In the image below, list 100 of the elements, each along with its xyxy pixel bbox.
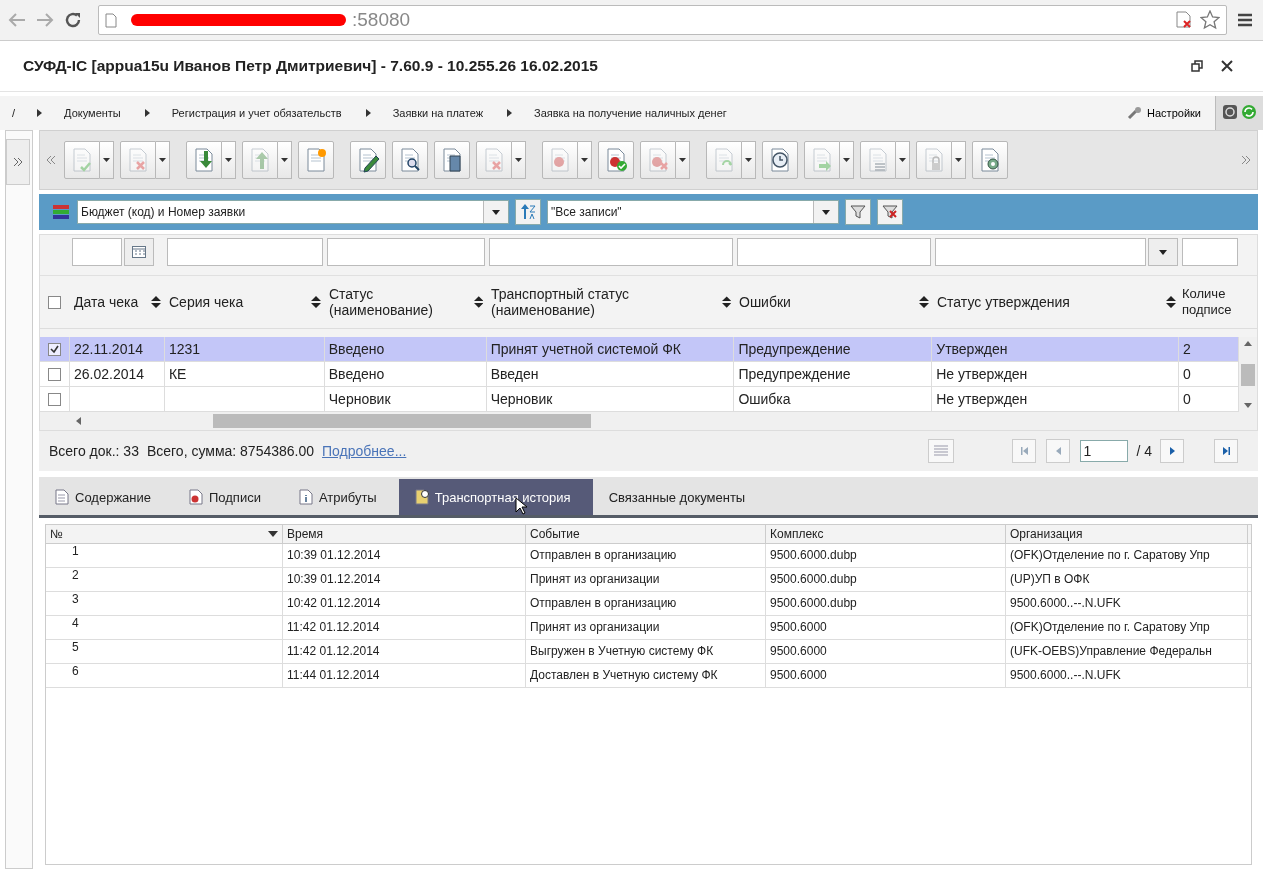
row-checkbox[interactable] <box>48 342 61 356</box>
tab[interactable]: Связанные документы <box>592 479 768 515</box>
sort-icon[interactable] <box>311 296 321 308</box>
address-field[interactable]: :58080 <box>98 5 1227 35</box>
grid-row[interactable]: Черновик Черновик Ошибка Не утвержден 0 <box>40 387 1239 412</box>
column-header[interactable]: Статус (наименование) <box>329 286 474 318</box>
dropdown-button[interactable] <box>896 141 910 179</box>
details-link[interactable]: Подробнее... <box>322 443 407 459</box>
scrollbar-thumb[interactable] <box>1241 363 1255 386</box>
filter-button[interactable] <box>845 199 871 225</box>
row-checkbox[interactable] <box>48 367 61 381</box>
caret-icon[interactable] <box>268 531 278 537</box>
dropdown-button[interactable] <box>1148 238 1178 266</box>
select-all-checkbox[interactable] <box>48 295 61 309</box>
menu-icon[interactable] <box>1237 13 1253 27</box>
column-filter-field[interactable] <box>72 238 122 266</box>
table-cell: Принят учетной системой ФК <box>490 341 681 357</box>
document-sum: Всего, сумма: 8754386.00 <box>146 443 315 459</box>
dropdown-button[interactable] <box>156 141 170 179</box>
sort-field-select[interactable]: Бюджет (код) и Номер заявки <box>77 200 509 224</box>
breadcrumb-link[interactable]: Регистрация и учет обязательств <box>171 107 342 119</box>
chevron-icon <box>37 109 43 117</box>
sort-button[interactable] <box>515 199 541 225</box>
grid-row[interactable]: 22.11.2014 1231 Введено Принят учетной системой ФК Предупреждение Утвержден 2 <box>40 337 1239 362</box>
config-tool-button[interactable] <box>972 141 1008 179</box>
tab[interactable]: Содержание <box>39 479 173 515</box>
blocked-icon[interactable] <box>1174 10 1194 30</box>
column-header[interactable]: Событие <box>530 527 580 541</box>
column-header[interactable]: Организация <box>1010 527 1083 541</box>
scroll-left-icon[interactable] <box>76 417 81 425</box>
sort-icon[interactable] <box>721 296 731 308</box>
scroll-up-icon[interactable] <box>1244 341 1252 346</box>
column-header[interactable]: Дата чека <box>74 294 139 310</box>
sort-icon[interactable] <box>473 296 483 308</box>
column-header[interactable]: Комплекс <box>770 527 824 541</box>
column-header[interactable]: Статус утверждения <box>937 294 1070 310</box>
calendar-button[interactable] <box>124 238 154 266</box>
dropdown-button[interactable] <box>578 141 592 179</box>
import-tool-button[interactable] <box>186 141 222 179</box>
column-filter-field[interactable] <box>1182 238 1238 266</box>
column-filter-field[interactable] <box>489 238 733 266</box>
table-cell: Принят из организации <box>530 572 660 586</box>
column-header[interactable]: Ошибки <box>739 294 791 310</box>
history-tool-button[interactable] <box>762 141 798 179</box>
record-filter-select[interactable]: "Все записи" <box>547 200 839 224</box>
edit-tool-button[interactable] <box>350 141 386 179</box>
column-filter-field[interactable] <box>935 238 1146 266</box>
tab[interactable]: Атрибуты <box>282 479 399 515</box>
tab[interactable]: Транспортная история <box>398 479 593 515</box>
dropdown-button[interactable] <box>742 141 756 179</box>
dropdown-button[interactable] <box>278 141 292 179</box>
page-icon <box>105 12 117 28</box>
scroll-left-icon[interactable] <box>46 155 56 165</box>
stamp-ok-tool-button[interactable] <box>598 141 634 179</box>
books-icon[interactable] <box>51 202 71 222</box>
sort-icon[interactable] <box>151 296 161 308</box>
breadcrumb-link[interactable]: Документы <box>64 107 121 119</box>
row-checkbox[interactable] <box>48 392 61 406</box>
column-filter-field[interactable] <box>167 238 323 266</box>
next-page-button[interactable] <box>1160 439 1184 463</box>
copy-tool-button[interactable] <box>434 141 470 179</box>
grid-row[interactable]: 26.02.2014 КЕ Введено Введен Предупреждение Не утвержден 0 <box>40 362 1239 387</box>
sort-icon[interactable] <box>1166 296 1176 308</box>
scroll-down-icon[interactable] <box>1244 403 1252 408</box>
column-header[interactable]: Время <box>287 527 324 541</box>
dropdown-button[interactable] <box>222 141 236 179</box>
view-tool-button[interactable] <box>392 141 428 179</box>
dropdown-button[interactable] <box>676 141 690 179</box>
column-header[interactable]: № <box>50 527 63 541</box>
column-header[interactable]: Транспортный статус (наименование) <box>491 286 722 318</box>
column-filter-field[interactable] <box>327 238 485 266</box>
caret-icon <box>899 158 906 162</box>
table-cell: 11:42 01.12.2014 <box>287 620 380 634</box>
tab[interactable]: Подписи <box>173 479 283 515</box>
clear-filter-button[interactable] <box>877 199 903 225</box>
table-cell: 11:42 01.12.2014 <box>287 644 380 658</box>
breadcrumb-link[interactable]: Заявки на платеж <box>392 107 483 119</box>
scrollbar-thumb[interactable] <box>213 414 591 428</box>
table-cell: (OFK)Отделение по г. Саратову Упр <box>1010 548 1210 562</box>
dropdown-button[interactable] <box>952 141 966 179</box>
dropdown-button[interactable] <box>100 141 114 179</box>
column-header[interactable]: Количе подписе <box>1182 286 1236 318</box>
table-cell: Принят из организации <box>530 620 660 634</box>
restore-icon[interactable] <box>1191 60 1203 72</box>
last-page-button[interactable] <box>1214 439 1238 463</box>
sort-icon[interactable] <box>919 296 929 308</box>
dropdown-button[interactable] <box>512 141 526 179</box>
close-icon[interactable] <box>1221 60 1233 72</box>
dropdown-button[interactable] <box>840 141 854 179</box>
breadcrumb-link[interactable]: Заявка на получение наличных денег <box>534 107 727 119</box>
reload-icon[interactable] <box>64 11 82 29</box>
scroll-right-icon[interactable] <box>1241 155 1251 165</box>
settings-button[interactable]: Настройки <box>1113 106 1215 120</box>
stop-icon[interactable] <box>1222 104 1238 120</box>
column-header[interactable]: Серия чека <box>169 294 244 310</box>
column-filter-field[interactable] <box>737 238 931 266</box>
page-number-field[interactable]: 1 <box>1080 440 1129 462</box>
refresh-icon[interactable] <box>1241 104 1257 120</box>
breadcrumb-link[interactable]: / <box>12 107 16 119</box>
star-icon[interactable] <box>1200 10 1220 30</box>
